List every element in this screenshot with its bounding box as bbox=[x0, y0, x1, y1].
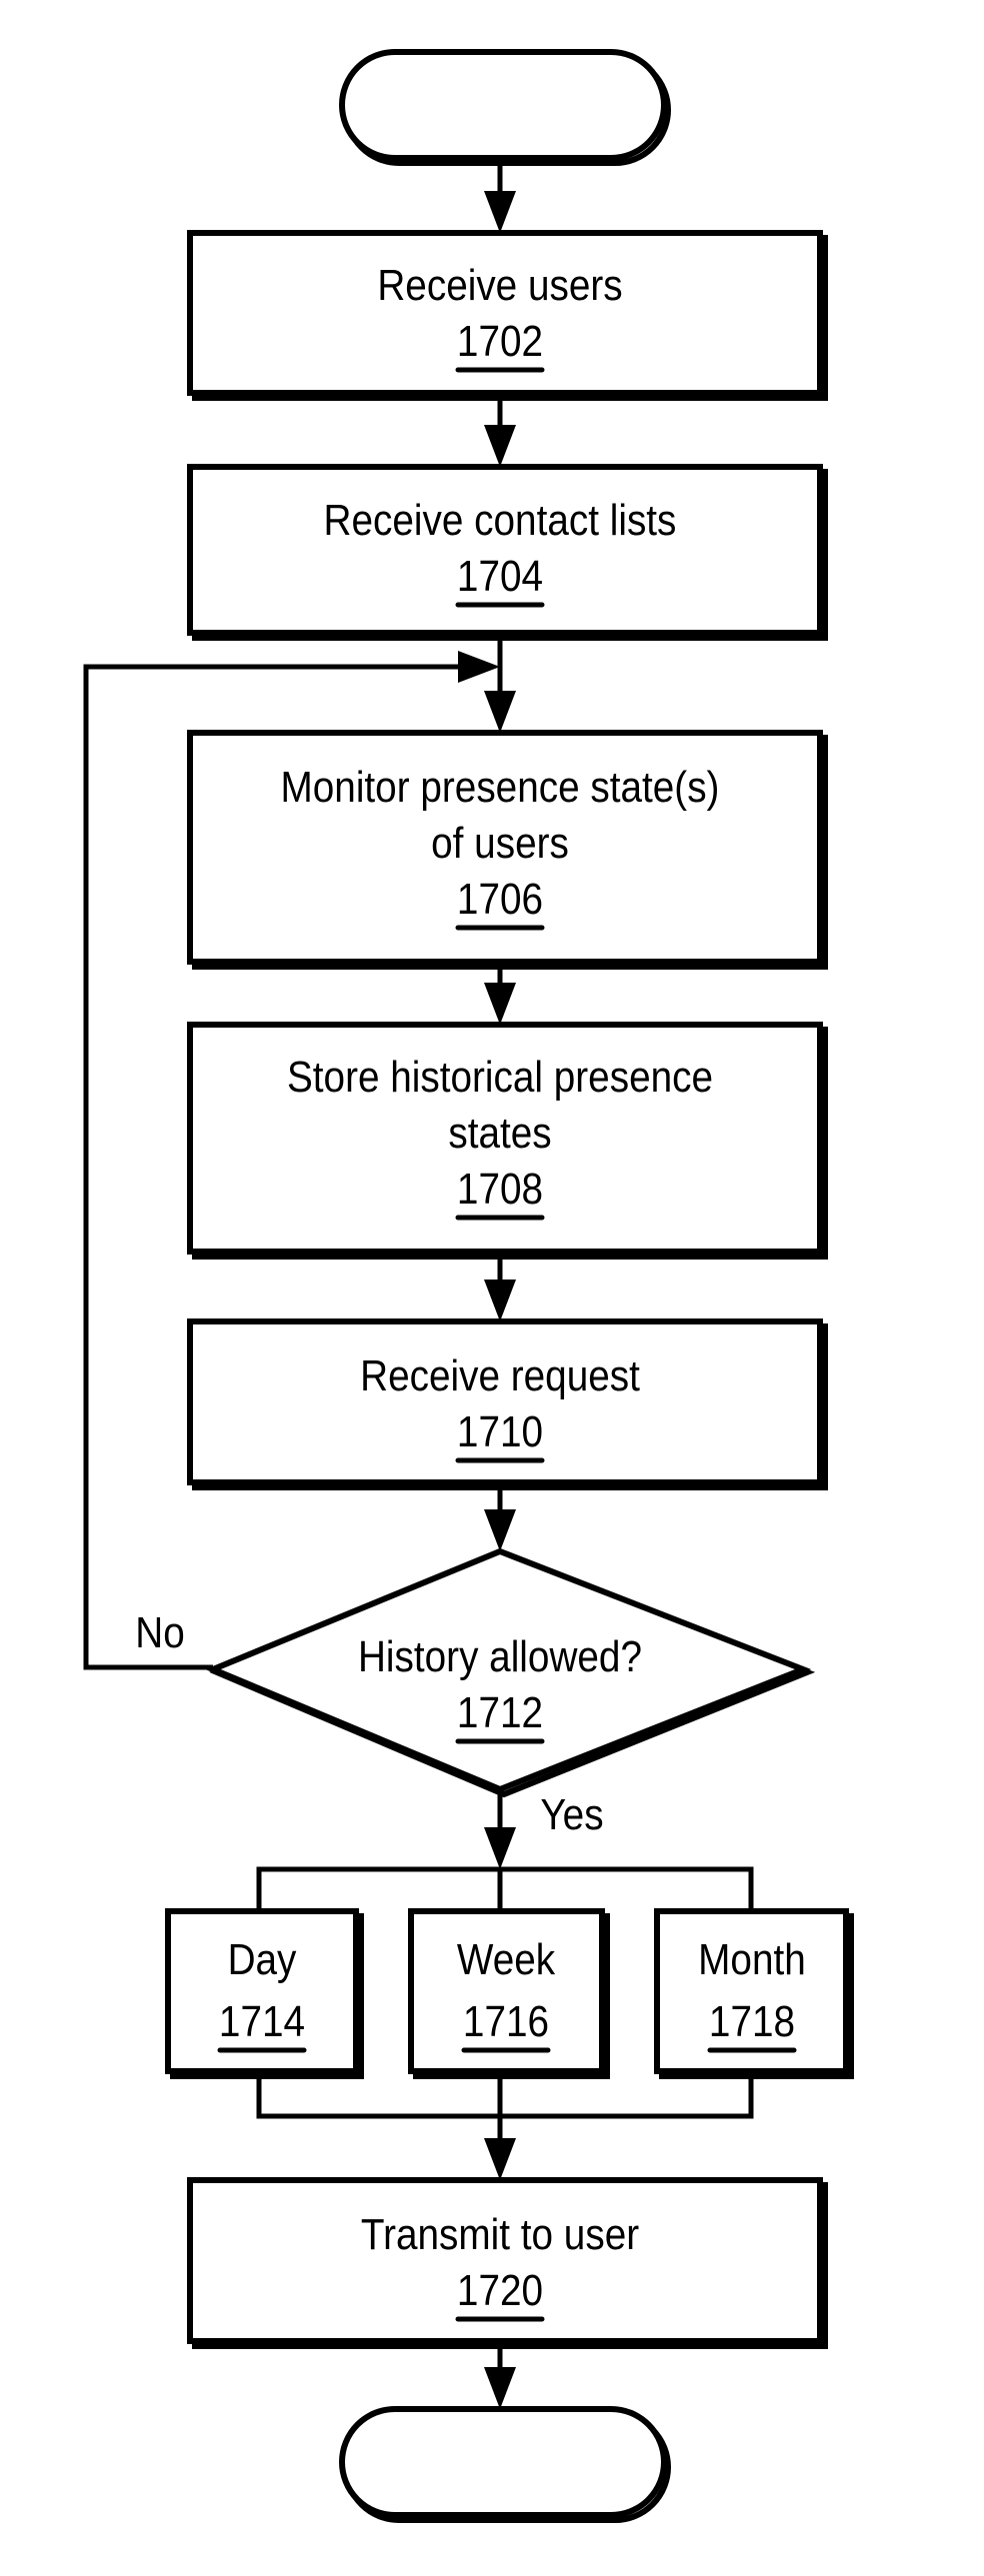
arrow-1706-to-1708-head bbox=[484, 983, 516, 1025]
step-1720-label-line: Transmit to user bbox=[361, 2209, 639, 2259]
option-1718-ref-number: 1718 bbox=[709, 1996, 795, 2046]
no-branch-label: No bbox=[135, 1607, 185, 1657]
arrow-yes-head bbox=[484, 1827, 516, 1869]
arrow-1710-to-1712-head bbox=[484, 1509, 516, 1551]
step-1706-ref-number: 1706 bbox=[457, 874, 543, 924]
option-1714-ref-number: 1714 bbox=[219, 1996, 305, 2046]
step-1708-ref-number: 1708 bbox=[457, 1164, 543, 1214]
step-1708-label-line: states bbox=[448, 1108, 551, 1158]
step-1720-ref-number: 1720 bbox=[457, 2265, 543, 2315]
split-bus-line bbox=[256, 1866, 754, 1911]
option-1718-label-line: Month bbox=[698, 1934, 806, 1984]
arrow-merge-to-1720-head bbox=[484, 2138, 516, 2180]
flowchart: Receive users 1702 Receive contact lists 17… bbox=[83, 49, 854, 2523]
decision-1712-label-line: History allowed? bbox=[358, 1631, 642, 1681]
start-terminal bbox=[339, 49, 667, 161]
step-1702-label-line: Receive users bbox=[377, 260, 622, 310]
step-1702-ref-number: 1702 bbox=[457, 316, 543, 366]
option-1714-label-line: Day bbox=[228, 1934, 297, 1984]
merge-bus-line bbox=[256, 2074, 754, 2119]
step-1710-label-line: Receive request bbox=[360, 1350, 640, 1400]
step-1704-label-line: Receive contact lists bbox=[324, 495, 677, 545]
yes-branch-label: Yes bbox=[540, 1789, 603, 1839]
arrow-1702-to-1704-head bbox=[484, 425, 516, 467]
arrow-start-to-1702-head bbox=[484, 191, 516, 233]
option-1716-label-line: Week bbox=[457, 1934, 556, 1984]
arrow-1720-to-end-head bbox=[484, 2367, 516, 2409]
step-1710-ref-number: 1710 bbox=[457, 1406, 543, 1456]
arrow-1708-to-1710-head bbox=[484, 1280, 516, 1321]
no-loop-arrowhead bbox=[458, 651, 500, 683]
end-terminal bbox=[339, 2406, 667, 2518]
step-1706-label-line: Monitor presence state(s) bbox=[281, 762, 720, 812]
step-1706-label-line: of users bbox=[431, 818, 569, 868]
option-1716-ref-number: 1716 bbox=[463, 1996, 549, 2046]
step-1704-ref-number: 1704 bbox=[457, 551, 543, 601]
arrow-1704-to-1706-head bbox=[484, 691, 516, 733]
decision-1712-ref-number: 1712 bbox=[457, 1687, 543, 1737]
step-1708-label-line: Store historical presence bbox=[287, 1052, 713, 1102]
